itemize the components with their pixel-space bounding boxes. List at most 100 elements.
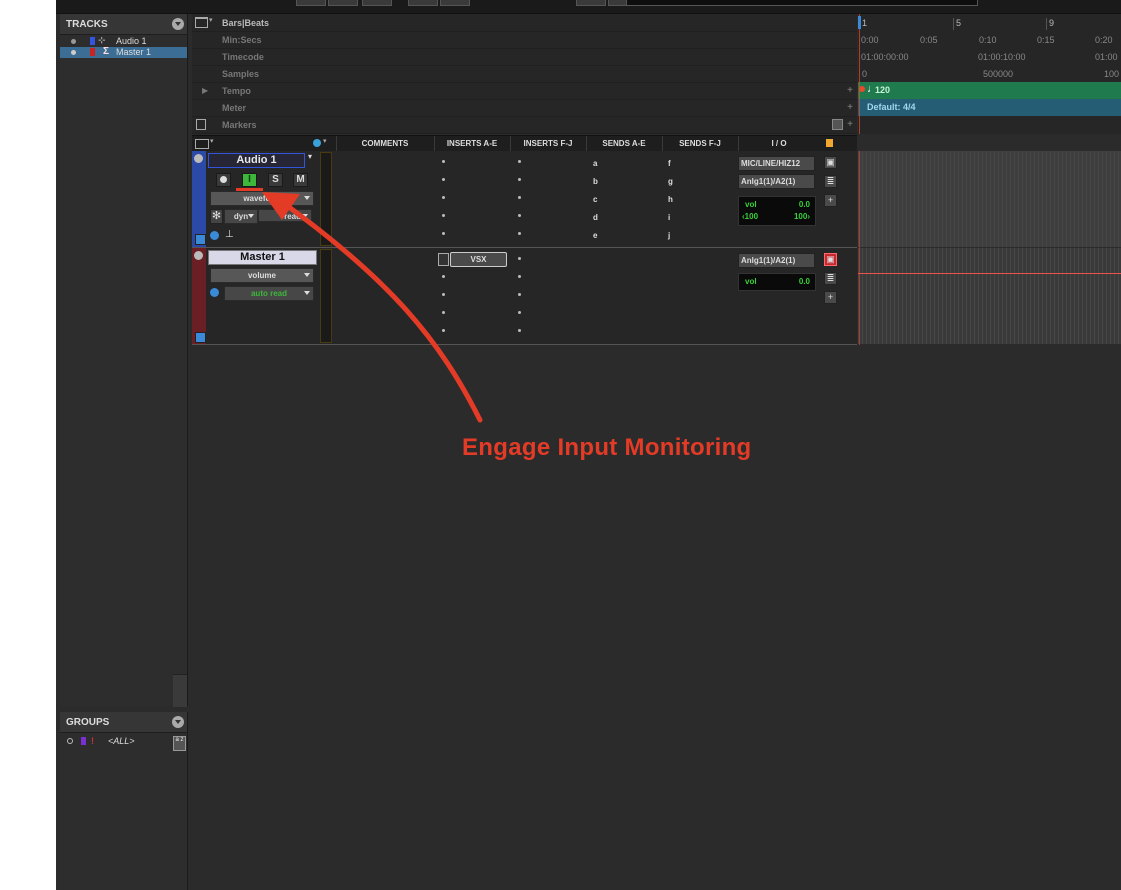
sort-az-icon[interactable]: a z [173, 736, 186, 751]
tempo-ruler-lane[interactable]: ♩ 120 [858, 82, 1121, 99]
master-track-row[interactable]: Master 1 volume auto read VSX Anlg1(1)/A… [192, 248, 857, 345]
insert-slot-g[interactable] [518, 178, 521, 181]
chevron-down-icon[interactable] [172, 18, 184, 30]
add-tempo-icon[interactable]: + [847, 85, 853, 96]
toolbar-button[interactable] [296, 0, 326, 6]
ruler-markers[interactable]: Markers + [192, 116, 857, 134]
track-comments-icon[interactable]: ≣ [824, 272, 837, 285]
ruler-meter[interactable]: Meter + [192, 99, 857, 117]
output-selector[interactable]: Anlg1(1)/A2(1) [738, 174, 815, 189]
ruler-timecode[interactable]: Timecode [192, 48, 857, 66]
meter-ruler-lane[interactable]: Default: 4/4 [858, 99, 1121, 116]
insert-slot-e[interactable] [442, 329, 445, 332]
master-volume-line[interactable] [858, 273, 1121, 274]
show-hide-dot-icon[interactable] [71, 39, 76, 44]
track-view-selector[interactable]: volume [210, 268, 314, 283]
send-slot-d[interactable]: d [593, 213, 598, 222]
ruler-tempo[interactable]: ▶ Tempo + [192, 82, 857, 100]
input-monitor-button[interactable]: I [242, 173, 257, 187]
chevron-down-icon[interactable] [172, 716, 184, 728]
insert-slot-c[interactable] [442, 196, 445, 199]
track-options-icon[interactable] [194, 154, 203, 163]
ruler-samples[interactable]: Samples [192, 65, 857, 83]
send-slot-a[interactable]: a [593, 159, 597, 168]
playlist-selector-icon[interactable] [195, 234, 206, 245]
insert-slot-j[interactable] [518, 232, 521, 235]
toolbar-button[interactable] [408, 0, 438, 6]
send-slot-f[interactable]: f [668, 159, 671, 168]
insert-slot-f[interactable] [518, 257, 521, 260]
send-slot-j[interactable]: j [668, 231, 670, 240]
dyn-timebase-selector[interactable]: dyn [224, 209, 258, 224]
insert-slot-c[interactable] [442, 293, 445, 296]
expand-triangle-icon[interactable]: ▶ [202, 86, 208, 95]
ruler-view-menu-icon[interactable] [195, 17, 208, 28]
insert-slot-a[interactable]: VSX [450, 252, 507, 267]
timeline-rulers[interactable]: 1 5 9 0:00 0:05 0:10 0:15 0:20 01:00:00:… [858, 14, 1121, 134]
insert-slot-h[interactable] [518, 293, 521, 296]
column-header-inserts-a-e[interactable]: INSERTS A-E [434, 136, 509, 151]
send-slot-b[interactable]: b [593, 177, 598, 186]
master-track-lane[interactable] [858, 248, 1121, 344]
column-header-io[interactable]: I / O [738, 136, 819, 151]
send-slot-i[interactable]: i [668, 213, 670, 222]
toolbar-button[interactable] [440, 0, 470, 6]
send-slot-c[interactable]: c [593, 195, 597, 204]
send-slot-g[interactable]: g [668, 177, 673, 186]
insert-slot-b[interactable] [442, 178, 445, 181]
track-input-status-icon[interactable]: ▣ [824, 156, 837, 169]
input-selector[interactable]: MIC/LINE/HIZ12 [738, 156, 815, 171]
minsecs-ruler-lane[interactable]: 0:00 0:05 0:10 0:15 0:20 [858, 31, 1121, 48]
column-header-inserts-f-j[interactable]: INSERTS F-J [510, 136, 585, 151]
volume-display[interactable]: vol 0.0 [738, 273, 816, 291]
solo-button[interactable]: S [268, 173, 283, 187]
chevron-down-icon[interactable]: ▾ [210, 137, 214, 145]
insert-slot-g[interactable] [518, 275, 521, 278]
playhead-line[interactable] [859, 14, 860, 134]
add-track-icon[interactable]: + [824, 291, 837, 304]
timecode-ruler-lane[interactable]: 01:00:00:00 01:00:10:00 01:00 [858, 48, 1121, 65]
audio-track-name[interactable]: Audio 1 [208, 153, 305, 168]
send-slot-e[interactable]: e [593, 231, 597, 240]
track-comments-icon[interactable]: ≣ [824, 175, 837, 188]
ruler-min-secs[interactable]: Min:Secs [192, 31, 857, 49]
pan-left-value[interactable]: ‹100 [742, 212, 758, 221]
track-view-selector[interactable]: waveform [210, 191, 314, 206]
automation-mode-selector[interactable]: read [258, 209, 312, 222]
add-track-icon[interactable]: + [824, 194, 837, 207]
volume-display[interactable]: vol 0.0 ‹100 100› [738, 196, 816, 226]
group-active-circle-icon[interactable] [67, 738, 73, 744]
track-list-item-audio-1[interactable]: ⊹ Audio 1 [60, 35, 187, 47]
samples-ruler-lane[interactable]: 0 500000 100 [858, 65, 1121, 82]
insert-slot-j[interactable] [518, 329, 521, 332]
show-hide-dot-icon[interactable] [71, 50, 76, 55]
insert-slot-e[interactable] [442, 232, 445, 235]
insert-slot-d[interactable] [442, 214, 445, 217]
insert-slot-b[interactable] [442, 275, 445, 278]
insert-bypass-icon[interactable] [438, 253, 449, 266]
tracks-scrollbar[interactable] [173, 674, 187, 707]
insert-slot-a[interactable] [442, 160, 445, 163]
chevron-down-icon[interactable]: ▾ [323, 137, 327, 145]
toolbar-button[interactable] [362, 0, 392, 6]
master-track-name[interactable]: Master 1 [208, 250, 317, 265]
chevron-down-icon[interactable]: ▾ [308, 152, 312, 161]
column-view-selector-icon[interactable] [195, 139, 209, 149]
edit-timeline-area[interactable] [858, 151, 1121, 345]
master-record-status-icon[interactable]: ▣ [824, 253, 837, 266]
group-list-item[interactable]: ! <ALL> [60, 736, 187, 747]
automation-mode-selector[interactable]: auto read [224, 286, 314, 301]
add-meter-icon[interactable]: + [847, 102, 853, 113]
marker-list-icon[interactable] [196, 119, 206, 130]
column-header-sends-a-e[interactable]: SENDS A-E [586, 136, 661, 151]
column-header-comments[interactable]: COMMENTS [336, 136, 433, 151]
marker-window-icon[interactable] [832, 119, 843, 130]
add-marker-icon[interactable]: + [847, 119, 853, 130]
audio-track-lane[interactable] [858, 151, 1121, 247]
track-options-icon[interactable] [194, 251, 203, 260]
insert-slot-i[interactable] [518, 214, 521, 217]
markers-ruler-lane[interactable] [858, 116, 1121, 133]
record-enable-button[interactable] [216, 173, 231, 187]
playlist-selector-icon[interactable] [195, 332, 206, 343]
output-selector[interactable]: Anlg1(1)/A2(1) [738, 253, 815, 268]
